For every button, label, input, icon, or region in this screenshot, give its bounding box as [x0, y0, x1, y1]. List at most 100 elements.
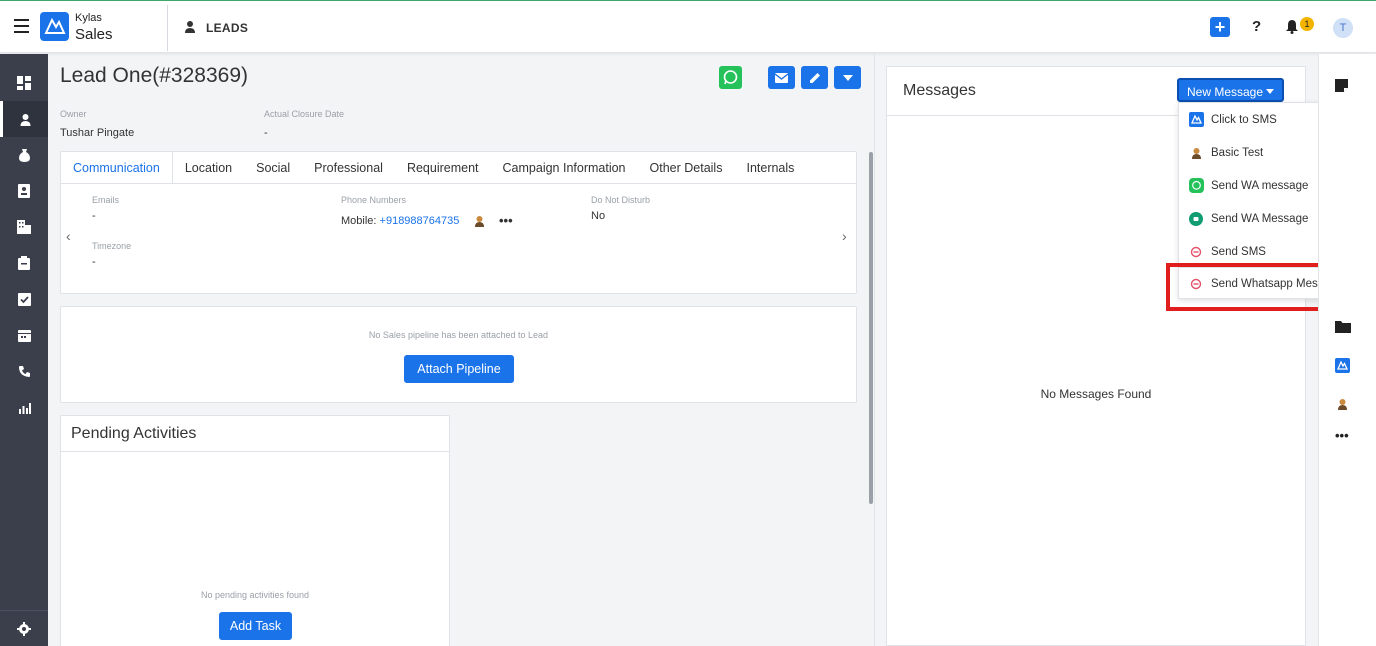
kylas-logo-icon[interactable] — [1335, 358, 1350, 376]
lead-title: Lead One(#328369) — [60, 64, 248, 87]
sidebar-item-contacts[interactable] — [0, 173, 48, 209]
emails-value: - — [92, 210, 96, 222]
messages-title: Messages — [903, 82, 976, 99]
app-avatar-icon[interactable] — [474, 215, 485, 230]
whatsapp-button[interactable] — [719, 66, 742, 89]
person-icon — [20, 113, 31, 126]
menu-item-label: Click to SMS — [1211, 113, 1277, 126]
notification-badge: 1 — [1300, 17, 1314, 31]
menu-item-label: Send SMS — [1211, 245, 1266, 258]
red-ring-icon — [1188, 244, 1204, 260]
owner-value: Tushar Pingate — [60, 127, 135, 139]
left-sidebar — [0, 54, 48, 646]
dashboard-icon — [17, 76, 31, 90]
menu-item-label: Send WA message — [1211, 179, 1309, 192]
phone-numbers-label: Phone Numbers — [341, 195, 407, 205]
envelope-icon — [775, 72, 788, 83]
phone-number-row: Mobile: +918988764735 — [341, 215, 459, 227]
sidebar-item-deals[interactable] — [0, 137, 48, 173]
top-bar: Kylas Sales LEADS + ? 1 T — [0, 0, 1376, 53]
sidebar-item-quotations[interactable] — [0, 245, 48, 281]
brand-name-small: Kylas — [75, 12, 102, 24]
phone-number-link[interactable]: +918988764735 — [380, 215, 460, 227]
menu-item-label: Send WA Message — [1211, 212, 1309, 225]
chevron-down-icon — [1266, 89, 1274, 94]
dnd-label: Do Not Disturb — [591, 195, 651, 205]
whatsapp-icon — [1188, 178, 1204, 194]
gear-icon — [17, 621, 31, 636]
tab-professional[interactable]: Professional — [302, 152, 395, 184]
header-divider — [167, 5, 168, 51]
chevron-down-icon — [842, 74, 853, 81]
chevron-left-icon[interactable]: ‹ — [66, 228, 71, 244]
add-task-button[interactable]: Add Task — [219, 612, 292, 640]
add-icon[interactable]: + — [1210, 17, 1230, 37]
bell-icon[interactable] — [1285, 19, 1299, 37]
note-icon[interactable] — [1335, 79, 1348, 95]
building-icon — [17, 220, 31, 234]
report-chart-icon — [18, 402, 31, 414]
email-button[interactable] — [768, 66, 795, 89]
tab-requirement[interactable]: Requirement — [395, 152, 491, 184]
sidebar-item-dashboard[interactable] — [0, 65, 48, 101]
pending-activities-title: Pending Activities — [71, 425, 197, 442]
kylas-logo-icon[interactable] — [40, 12, 69, 41]
tab-other-details[interactable]: Other Details — [638, 152, 735, 184]
brand-name-large: Sales — [75, 26, 113, 43]
phone-icon — [18, 365, 30, 377]
pane-divider — [874, 54, 875, 646]
pipeline-card: No Sales pipeline has been attached to L… — [60, 306, 857, 403]
whatsapp-icon — [723, 70, 738, 85]
chevron-right-icon[interactable]: › — [842, 228, 847, 244]
user-avatar[interactable]: T — [1333, 18, 1353, 38]
module-title: LEADS — [206, 21, 249, 35]
details-tabs: Communication Location Social Profession… — [61, 152, 856, 184]
help-icon[interactable]: ? — [1252, 18, 1261, 35]
sidebar-item-companies[interactable] — [0, 209, 48, 245]
attach-pipeline-button[interactable]: Attach Pipeline — [404, 355, 514, 383]
kylas-logo-icon — [1188, 112, 1204, 128]
more-options-icon[interactable]: ••• — [499, 213, 513, 228]
hamburger-menu-icon[interactable] — [14, 19, 29, 33]
sidebar-item-reports[interactable] — [0, 389, 48, 425]
tab-campaign-information[interactable]: Campaign Information — [491, 152, 638, 184]
pending-activities-card: Pending Activities No pending activities… — [60, 415, 450, 646]
teal-app-icon — [1188, 211, 1204, 227]
dnd-value: No — [591, 210, 606, 222]
menu-item-label: Basic Test — [1211, 146, 1264, 159]
sidebar-item-settings[interactable] — [0, 610, 48, 646]
details-card: Communication Location Social Profession… — [60, 151, 857, 294]
tab-social[interactable]: Social — [244, 152, 302, 184]
more-actions-dropdown[interactable] — [834, 66, 861, 89]
contact-card-icon — [18, 184, 30, 198]
more-options-icon[interactable]: ••• — [1335, 428, 1349, 443]
app-avatar-icon[interactable] — [1337, 398, 1348, 413]
new-message-button[interactable]: New Message — [1177, 78, 1284, 102]
right-rail — [1318, 54, 1376, 646]
edit-button[interactable] — [801, 66, 828, 89]
sidebar-item-leads[interactable] — [0, 101, 48, 137]
activities-empty-text: No pending activities found — [200, 590, 310, 600]
folder-icon[interactable] — [1335, 320, 1351, 336]
app-avatar-icon — [1188, 145, 1204, 161]
closure-date-value: - — [264, 127, 268, 139]
money-bag-icon — [18, 149, 30, 162]
messages-empty-text: No Messages Found — [1040, 387, 1152, 401]
main-scrollbar[interactable] — [869, 152, 873, 504]
phone-type-label: Mobile: — [341, 215, 377, 227]
calendar-icon — [17, 329, 31, 342]
tab-communication[interactable]: Communication — [61, 152, 173, 184]
sidebar-item-tasks[interactable] — [0, 281, 48, 317]
person-icon — [184, 20, 196, 36]
emails-label: Emails — [92, 195, 120, 205]
timezone-label: Timezone — [92, 241, 132, 251]
checkbox-icon — [17, 292, 31, 306]
tab-internals[interactable]: Internals — [734, 152, 806, 184]
timezone-value: - — [92, 256, 96, 268]
sidebar-item-meetings[interactable] — [0, 317, 48, 353]
new-message-label: New Message — [1187, 85, 1264, 99]
tab-location[interactable]: Location — [173, 152, 244, 184]
pencil-icon — [809, 72, 820, 83]
sidebar-item-calls[interactable] — [0, 353, 48, 389]
clipboard-icon — [18, 256, 30, 270]
